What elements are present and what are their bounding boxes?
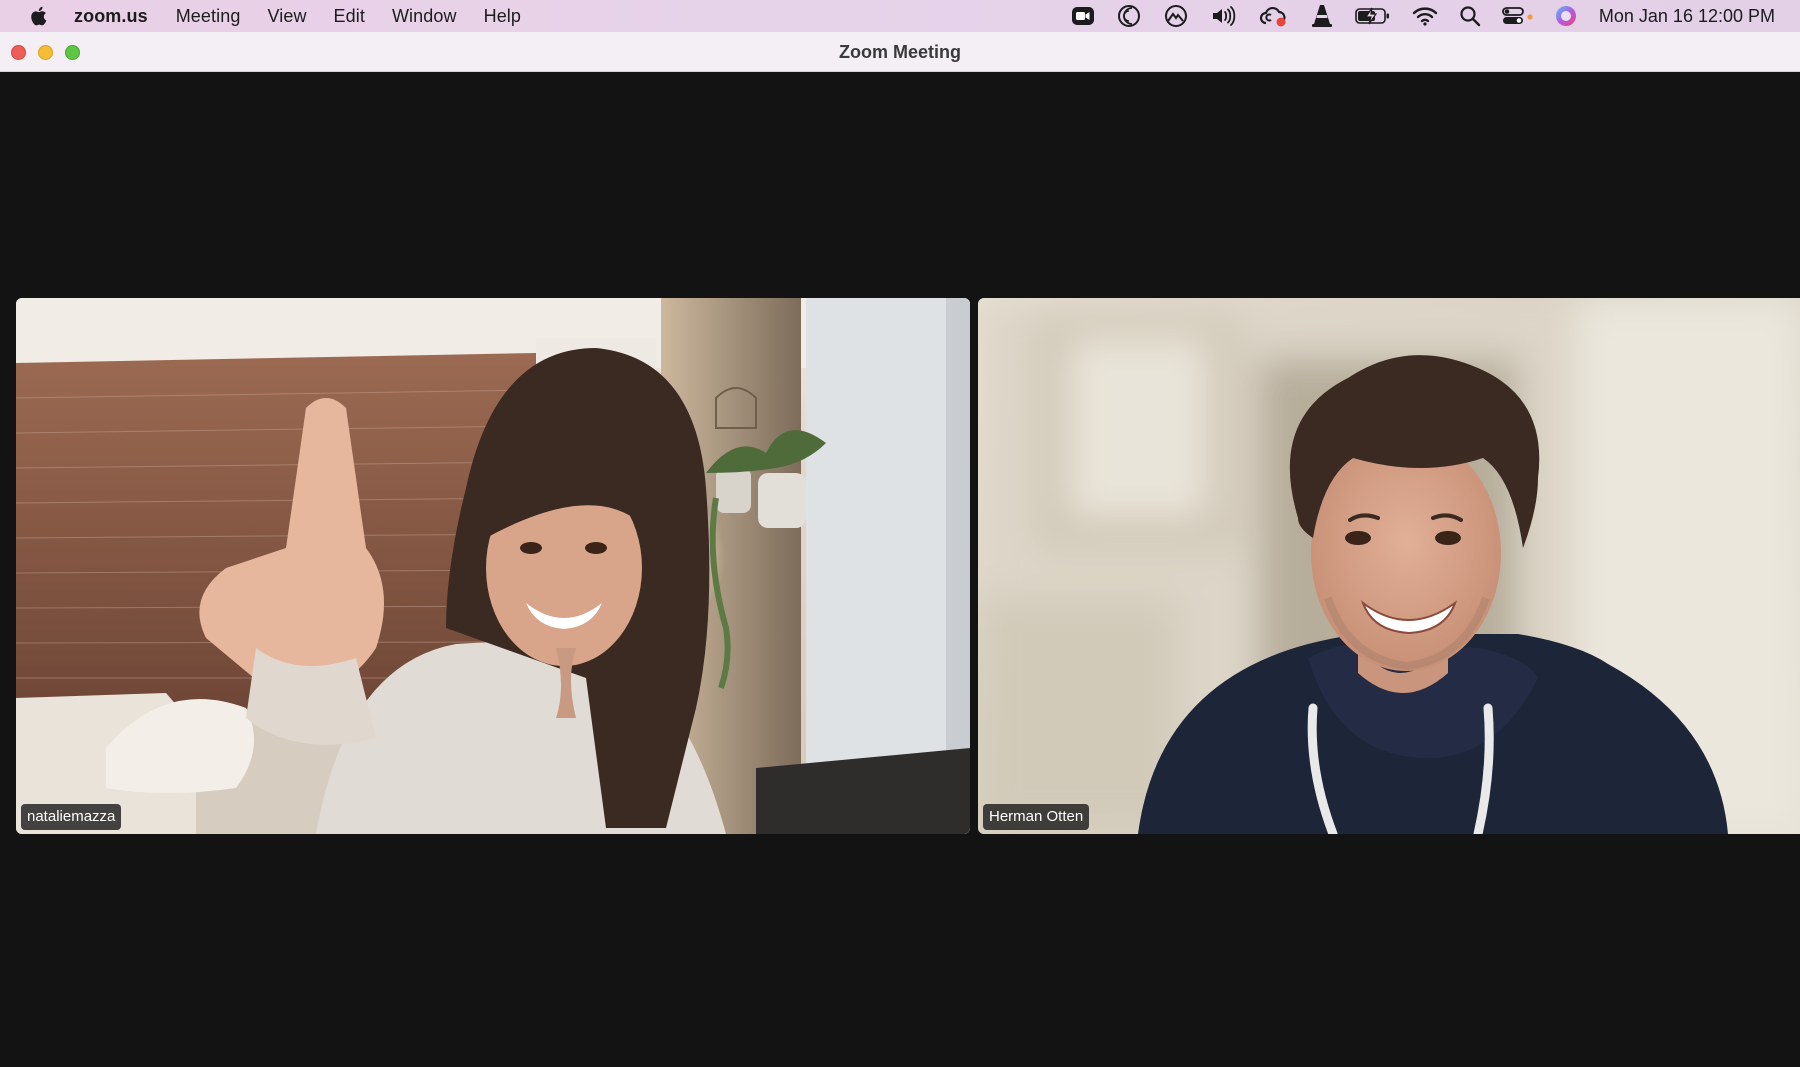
menu-view[interactable]: View	[267, 6, 306, 27]
menu-meeting[interactable]: Meeting	[176, 6, 241, 27]
apple-icon[interactable]	[26, 4, 50, 28]
window-title: Zoom Meeting	[839, 42, 961, 62]
battery-charging-icon	[1355, 0, 1391, 32]
video-tile-participant-1[interactable]: nataliemazza	[16, 298, 970, 834]
participant-2-video-feed	[978, 298, 1800, 834]
siri-icon[interactable]	[1555, 0, 1577, 32]
zoom-camera-icon[interactable]	[1071, 0, 1095, 32]
video-tile-participant-2[interactable]: Herman Otten	[978, 298, 1800, 834]
participant-2-nameplate: Herman Otten	[983, 804, 1090, 830]
menubar-clock[interactable]: Mon Jan 16 12:00 PM	[1599, 6, 1775, 27]
control-center-icon[interactable]	[1501, 0, 1534, 32]
menu-help[interactable]: Help	[484, 6, 521, 27]
spotlight-search-icon[interactable]	[1459, 0, 1481, 32]
menu-window[interactable]: Window	[392, 6, 457, 27]
vlc-cone-icon[interactable]	[1310, 0, 1334, 32]
crescent-icon[interactable]	[1116, 0, 1142, 32]
creative-cloud-icon[interactable]	[1259, 0, 1289, 32]
window-titlebar[interactable]: Zoom Meeting	[0, 32, 1800, 72]
participant-1-nameplate: nataliemazza	[21, 804, 122, 830]
status-area: Mon Jan 16 12:00 PM	[1050, 0, 1800, 32]
meeting-stage: nataliemazza Herman Otten	[0, 72, 1800, 1067]
menu-edit[interactable]: Edit	[334, 6, 365, 27]
menu-bar: zoom.us Meeting View Edit Window Help Mo…	[0, 0, 1800, 32]
mountain-icon[interactable]	[1163, 0, 1189, 32]
menu-app-zoom[interactable]: zoom.us	[74, 6, 148, 27]
speaker-icon[interactable]	[1210, 0, 1238, 32]
participant-1-video-feed	[16, 298, 970, 834]
wifi-icon[interactable]	[1412, 0, 1438, 32]
